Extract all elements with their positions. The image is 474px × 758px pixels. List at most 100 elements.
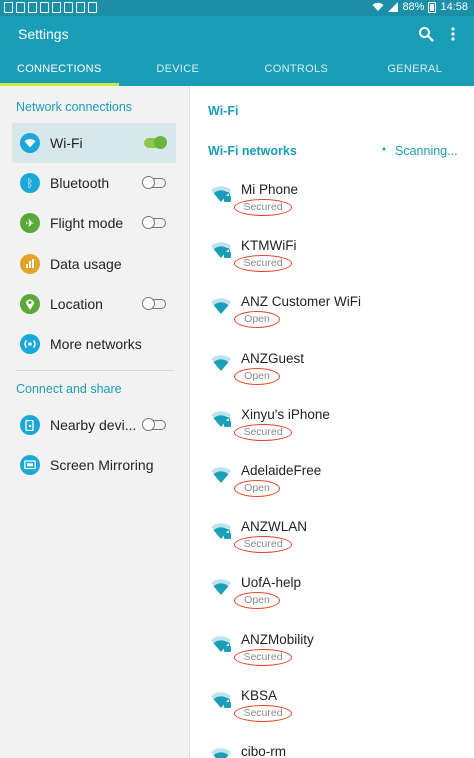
notification-icon [4,2,13,13]
tab-connections[interactable]: CONNECTIONS [0,62,119,86]
bluetooth-toggle[interactable] [142,176,166,189]
network-row[interactable]: Mi Phone Secured [190,176,474,232]
sidebar-item-nearby-devices[interactable]: Nearby devi... [12,405,176,445]
sidebar: Network connections Wi-Fi ᛒ Bluetooth ✈ … [0,86,190,758]
app-bar: Settings CONNECTIONS DEVICE CONTROLS GEN… [0,16,474,86]
wifi-icon [211,354,231,371]
network-status: Open [234,592,280,610]
clock: 14:58 [440,1,468,13]
wifi-lock-icon [211,691,231,708]
battery-percent: 88% [402,1,425,13]
more-networks-icon [20,334,40,354]
network-row[interactable]: ANZ Customer WiFi Open [190,288,474,344]
network-name: KTMWiFi [241,238,297,254]
network-name: Xinyu's iPhone [241,406,330,422]
notification-icon [28,2,37,13]
network-row[interactable]: AdelaideFree Open [190,457,474,513]
sidebar-item-label: Screen Mirroring [50,457,154,473]
notification-icon [64,2,73,13]
network-row[interactable]: ANZMobility Secured [190,626,474,682]
status-right: 88% 14:58 [372,1,468,13]
tab-bar: CONNECTIONS DEVICE CONTROLS GENERAL [0,62,474,86]
section-title: Wi-Fi [208,104,239,118]
wifi-lock-icon [211,242,231,259]
notification-icon [40,2,49,13]
network-status: Secured [234,255,292,273]
status-bar: 88% 14:58 [0,0,474,16]
wifi-icon [211,748,231,758]
nearby-devices-icon [20,415,40,435]
wifi-icon [211,298,231,315]
network-row[interactable]: KTMWiFi Secured [190,232,474,288]
nearby-devices-toggle[interactable] [142,418,166,431]
flight-mode-toggle[interactable] [142,216,166,229]
network-name: ANZ Customer WiFi [241,294,362,310]
sidebar-item-flight-mode[interactable]: ✈ Flight mode [12,203,176,243]
wifi-networks-heading: Wi-Fi networks [208,144,297,158]
main-content: Wi-Fi Wi-Fi networks Scanning... Mi Phon… [190,86,474,758]
network-name: AdelaideFree [241,463,322,478]
tab-controls[interactable]: CONTROLS [237,62,356,86]
notification-icon [16,2,25,13]
section-connect-and-share: Connect and share [16,382,122,396]
sidebar-item-label: Data usage [50,256,122,272]
network-name: KBSA [241,687,278,703]
wifi-toggle[interactable] [144,136,167,149]
sidebar-item-data-usage[interactable]: Data usage [12,244,176,284]
airplane-icon: ✈ [20,213,40,233]
tab-device[interactable]: DEVICE [119,62,238,86]
tab-general[interactable]: GENERAL [356,62,474,86]
battery-icon [428,1,437,13]
network-row[interactable]: ANZGuest Open [190,345,474,401]
network-row[interactable]: cibo-rm [190,738,474,758]
network-name: ANZWLAN [241,519,308,535]
network-row[interactable]: KBSA Secured [190,682,474,738]
network-name: cibo-rm [241,744,287,758]
sidebar-item-label: Nearby devi... [50,417,137,433]
network-name: Mi Phone [241,182,299,197]
sidebar-item-label: Location [50,296,103,312]
network-status: Secured [234,536,292,554]
network-status: Secured [234,199,292,216]
wifi-icon [211,467,231,483]
data-usage-icon [20,254,40,274]
sidebar-item-location[interactable]: Location [12,284,176,324]
network-status: Secured [234,704,292,722]
sidebar-item-label: Flight mode [50,215,124,231]
sidebar-item-screen-mirroring[interactable]: Screen Mirroring [12,445,176,485]
location-icon [20,294,40,314]
network-status: Open [234,311,280,329]
wifi-icon [211,579,231,596]
sidebar-item-more-networks[interactable]: More networks [12,324,176,364]
notification-icon [76,2,85,13]
network-status: Secured [234,423,292,441]
sidebar-item-label: More networks [50,336,142,352]
section-network-connections: Network connections [16,100,133,114]
signal-icon [388,2,399,12]
sidebar-item-label: Bluetooth [50,175,110,191]
network-status: Open [234,367,280,385]
network-name: ANZGuest [241,350,305,366]
network-row[interactable]: ANZWLAN Secured [190,513,474,569]
network-row[interactable]: Xinyu's iPhone Secured [190,401,474,457]
wifi-lock-icon [211,523,231,540]
search-icon[interactable] [418,26,434,42]
wifi-lock-icon [211,635,231,652]
screen-mirroring-icon [20,455,40,475]
scanning-status: Scanning... [395,144,458,158]
notification-icon [52,2,61,13]
page-title: Settings [18,26,69,42]
divider [16,370,174,371]
network-status: Open [234,480,280,497]
notification-icons [4,2,97,13]
more-vert-icon[interactable] [450,26,456,42]
sidebar-item-wifi[interactable]: Wi-Fi [12,123,176,163]
network-status: Secured [234,648,292,666]
wifi-lock-icon [211,186,231,202]
sidebar-item-bluetooth[interactable]: ᛒ Bluetooth [12,163,176,203]
network-row[interactable]: UofA-help Open [190,569,474,625]
bluetooth-icon: ᛒ [20,173,40,193]
notification-icon [88,2,97,13]
location-toggle[interactable] [142,297,166,310]
sidebar-item-label: Wi-Fi [50,135,83,151]
